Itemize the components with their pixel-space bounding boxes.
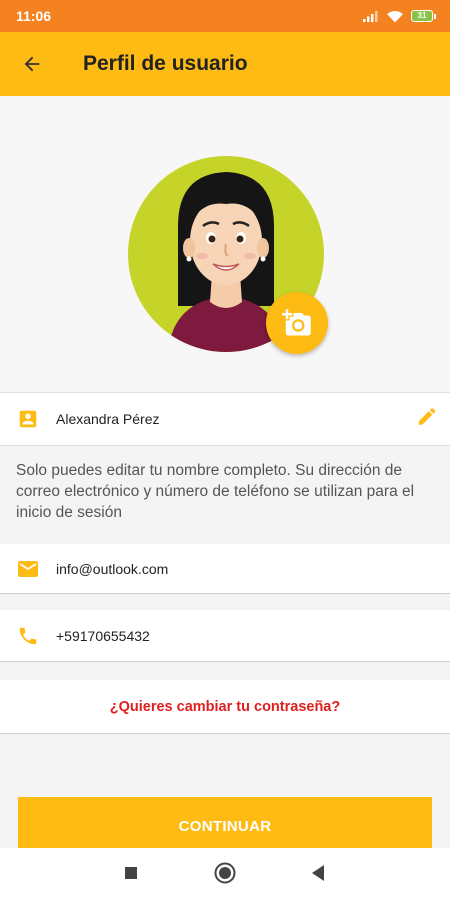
phone-icon-wrap: [0, 625, 56, 647]
system-nav-bar: [0, 848, 450, 900]
status-icons: 31: [363, 10, 436, 23]
status-bar: 11:06 31: [0, 0, 450, 32]
phone-value: +59170655432: [56, 627, 150, 644]
add-photo-icon: [282, 309, 311, 336]
change-photo-button[interactable]: [266, 292, 328, 354]
back-button[interactable]: [0, 32, 64, 96]
edit-name-button[interactable]: [416, 406, 438, 433]
system-back-button[interactable]: [310, 864, 326, 882]
battery-level: 31: [411, 10, 433, 22]
home-button[interactable]: [214, 862, 236, 884]
recent-apps-icon: [125, 867, 137, 879]
pencil-icon: [418, 408, 436, 425]
name-icon-wrap: [0, 408, 56, 430]
arrow-back-icon: [24, 56, 40, 72]
recent-apps-button[interactable]: [124, 866, 138, 880]
phone-row: +59170655432: [0, 610, 450, 662]
email-row: info@outlook.com: [0, 544, 450, 594]
email-value: info@outlook.com: [56, 560, 169, 577]
contact-card-icon: [19, 410, 37, 428]
email-icon-wrap: [0, 557, 56, 581]
info-text: Solo puedes editar tu nombre completo. S…: [16, 462, 415, 521]
full-name-value: Alexandra Pérez: [56, 411, 160, 427]
back-triangle-icon: [312, 865, 324, 881]
change-password-link[interactable]: ¿Quieres cambiar tu contraseña?: [110, 699, 340, 715]
signal-icon: [363, 11, 378, 22]
wifi-icon: [387, 10, 403, 22]
avatar-area: [0, 96, 450, 392]
change-password-row: ¿Quieres cambiar tu contraseña?: [0, 680, 450, 734]
phone-icon: [19, 627, 37, 644]
email-icon: [18, 560, 38, 577]
status-time: 11:06: [16, 8, 52, 24]
name-row[interactable]: Alexandra Pérez: [0, 392, 450, 446]
home-icon: [214, 862, 236, 884]
battery-icon: 31: [411, 10, 436, 22]
continue-button[interactable]: CONTINUAR: [18, 797, 432, 855]
page-title: Perfil de usuario: [83, 52, 248, 75]
app-bar: Perfil de usuario: [0, 32, 450, 96]
